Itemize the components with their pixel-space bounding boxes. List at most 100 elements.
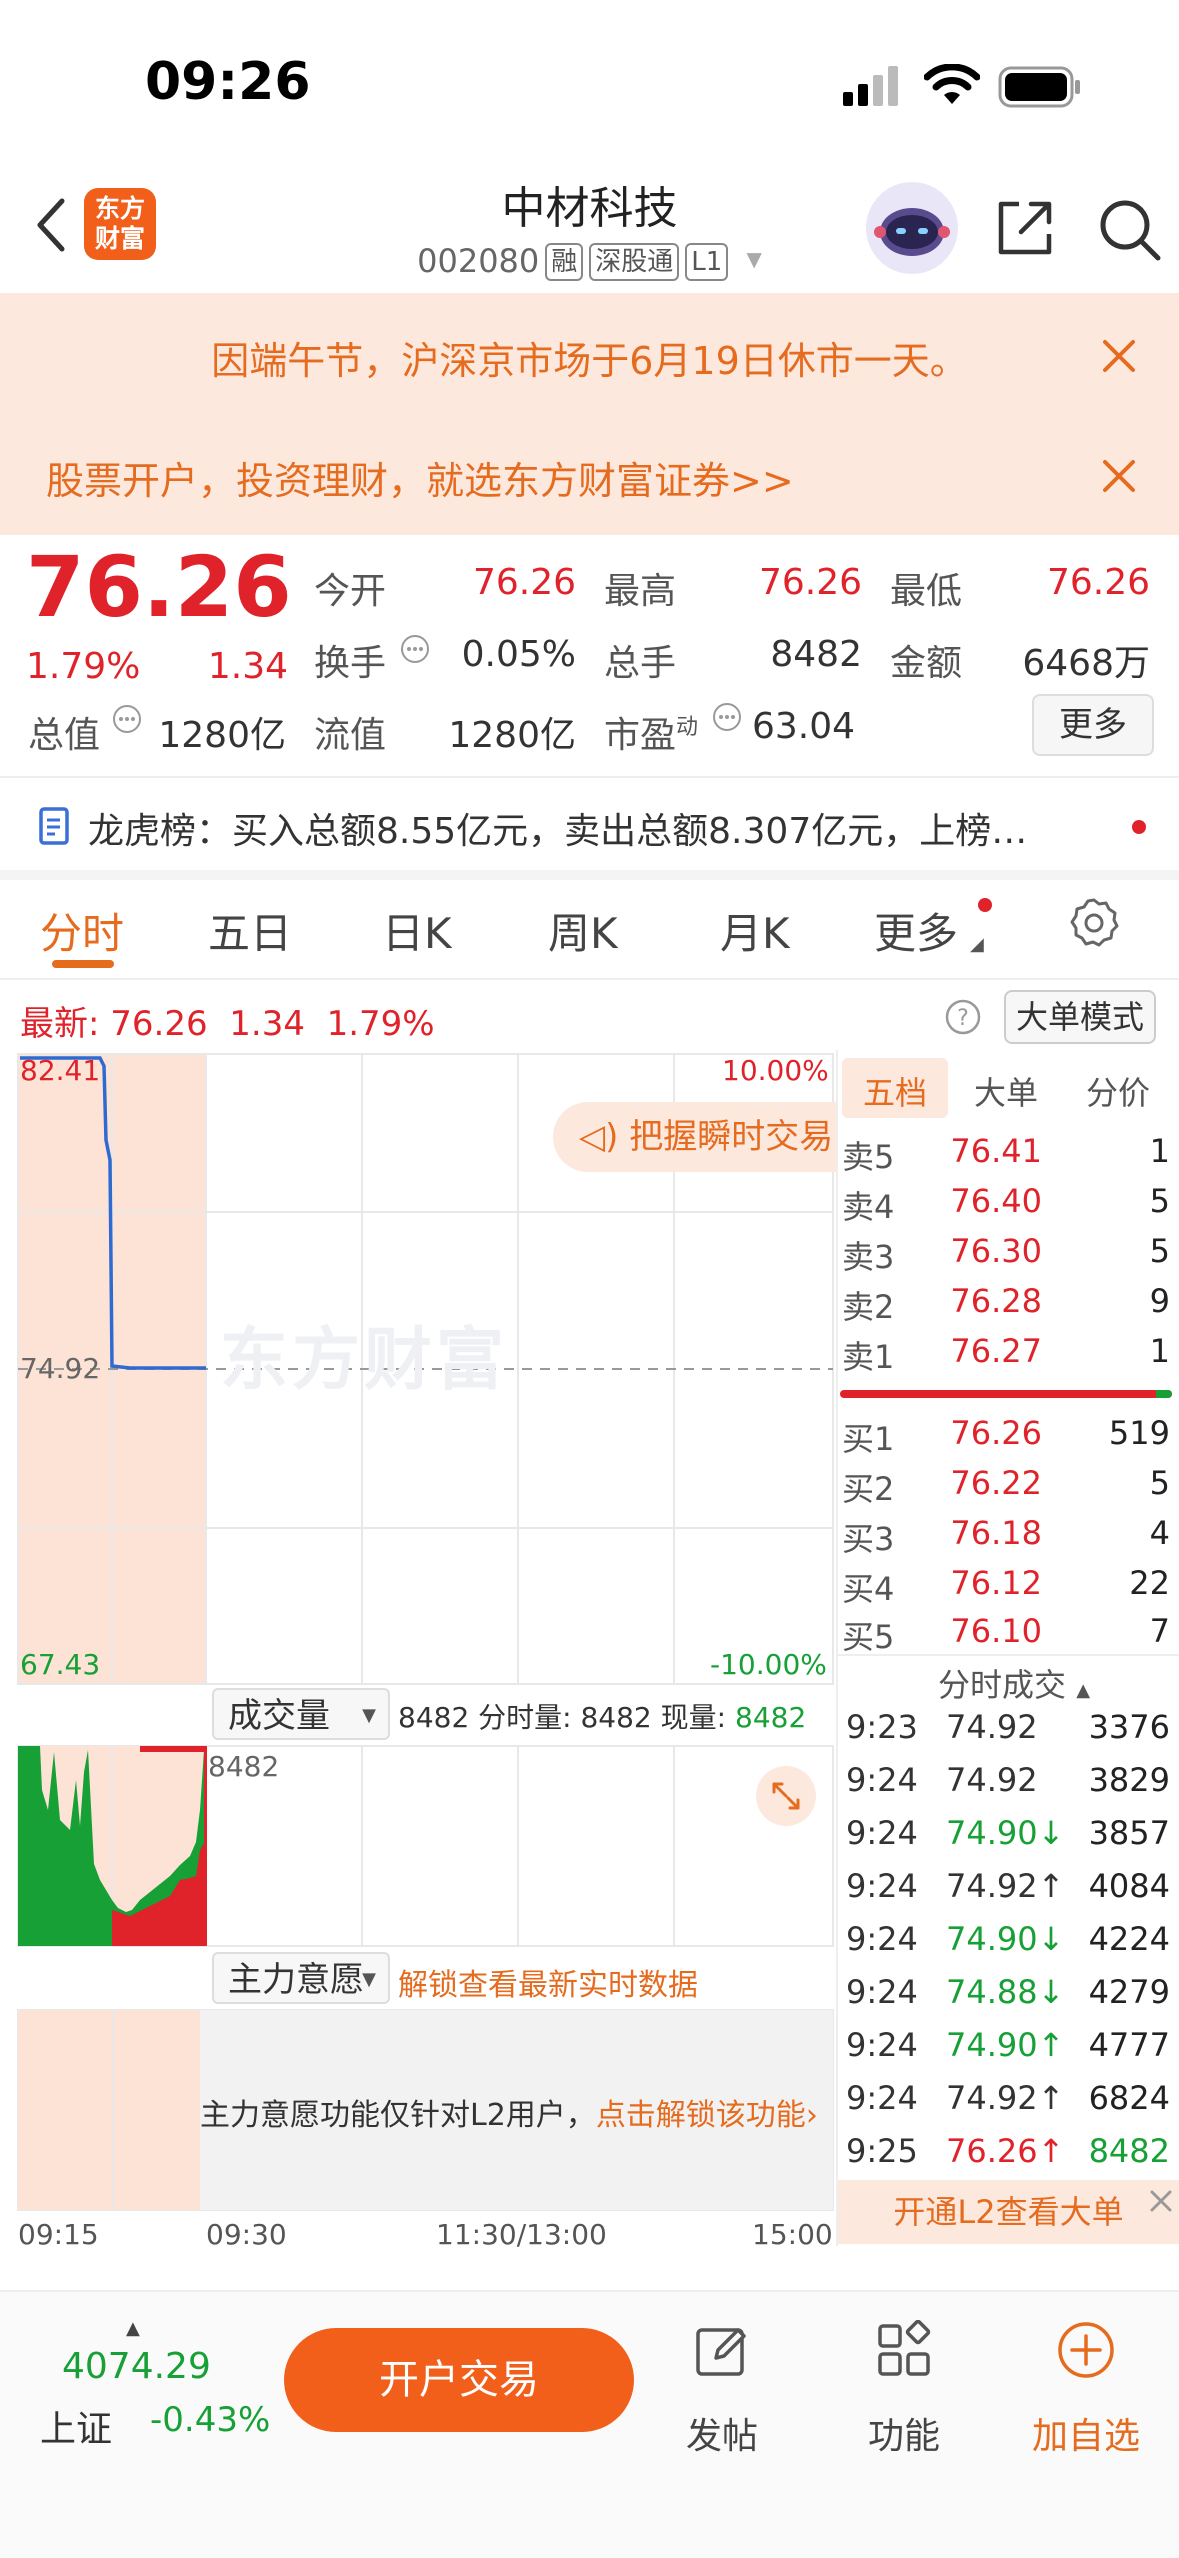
turnover-value: 0.05% bbox=[461, 634, 576, 675]
tab-big-orders[interactable]: 大单 bbox=[974, 1068, 1038, 1114]
open-account-trade-button[interactable]: 开户交易 bbox=[284, 2328, 634, 2432]
ask-price: 76.40 bbox=[950, 1182, 1042, 1220]
pe-label: 市盈动 bbox=[604, 715, 699, 756]
change-amount: 1.34 bbox=[207, 646, 288, 687]
ask-label: 卖3 bbox=[842, 1238, 895, 1276]
tick-trades-header[interactable]: 分时成交 ▲ bbox=[938, 1660, 1090, 1706]
document-icon bbox=[39, 807, 69, 845]
sort-up-icon: ▲ bbox=[1076, 1680, 1091, 1701]
bid-volume: 5 bbox=[1149, 1464, 1170, 1502]
float-cap-value: 1280亿 bbox=[448, 715, 576, 756]
trade-volume: 4084 bbox=[1088, 1867, 1170, 1905]
cellular-signal-icon bbox=[843, 66, 898, 106]
tab-price-distribution[interactable]: 分价 bbox=[1086, 1068, 1150, 1114]
trade-price: 74.92↑ bbox=[946, 1867, 1065, 1905]
trade-volume: 4224 bbox=[1088, 1920, 1170, 1958]
add-watchlist-button[interactable]: 加自选 bbox=[1026, 2320, 1146, 2459]
pre-market-shade bbox=[18, 2010, 200, 2210]
tab-more[interactable]: 更多 bbox=[874, 900, 958, 961]
bid-price: 76.18 bbox=[950, 1514, 1042, 1552]
tab-monthly-k[interactable]: 月K bbox=[720, 900, 790, 961]
instant-trade-text: 把握瞬时交易 bbox=[629, 1117, 834, 1157]
divider bbox=[0, 776, 1179, 778]
trade-price: 74.88↓ bbox=[946, 1973, 1065, 2011]
trade-volume: 3857 bbox=[1088, 1814, 1170, 1852]
info-dots-icon[interactable] bbox=[112, 704, 142, 734]
ask-volume: 5 bbox=[1149, 1182, 1170, 1220]
open-l2-button[interactable]: 开通L2查看大单 bbox=[838, 2180, 1179, 2244]
share-icon[interactable] bbox=[993, 196, 1057, 260]
pe-value: 63.04 bbox=[752, 706, 856, 747]
function-button[interactable]: 功能 bbox=[844, 2319, 964, 2459]
help-icon[interactable]: ? bbox=[944, 998, 982, 1036]
trade-volume: 4777 bbox=[1088, 2026, 1170, 2064]
time-label-close: 15:00 bbox=[752, 2218, 833, 2251]
bid-label: 买2 bbox=[842, 1470, 895, 1508]
trade-volume: 8482 bbox=[1088, 2132, 1170, 2170]
info-dots-icon[interactable] bbox=[400, 634, 430, 664]
trade-price: 74.92↑ bbox=[946, 2079, 1065, 2117]
wifi-icon bbox=[924, 64, 980, 104]
instant-trade-pill[interactable]: ◁) 把握瞬时交易 bbox=[553, 1102, 838, 1172]
tab-five-day[interactable]: 五日 bbox=[208, 900, 292, 961]
ask-price: 76.27 bbox=[950, 1332, 1042, 1370]
index-name[interactable]: 上证 bbox=[40, 2400, 112, 2452]
search-icon[interactable] bbox=[1096, 196, 1162, 262]
ask-price: 76.30 bbox=[950, 1232, 1042, 1270]
high-value: 76.26 bbox=[758, 562, 862, 603]
bid-volume: 22 bbox=[1129, 1564, 1170, 1602]
tab-five-levels[interactable]: 五档 bbox=[863, 1068, 927, 1114]
close-icon[interactable] bbox=[1148, 2188, 1174, 2214]
bid-volume: 519 bbox=[1108, 1414, 1170, 1452]
unlock-feature-link[interactable]: 点击解锁该功能 bbox=[596, 2098, 806, 2133]
bid-label: 买3 bbox=[842, 1520, 895, 1558]
close-icon[interactable] bbox=[1097, 334, 1141, 378]
bid-price: 76.22 bbox=[950, 1464, 1042, 1502]
assistant-robot-icon[interactable] bbox=[866, 182, 958, 274]
account-banner-text[interactable]: 股票开户，投资理财，就选东方财富证券>> bbox=[46, 450, 794, 505]
ask-volume: 5 bbox=[1149, 1232, 1170, 1270]
volume-info: 8482 分时量: 8482 现量: 8482 bbox=[398, 1701, 807, 1734]
bid-price: 76.26 bbox=[950, 1414, 1042, 1452]
unlock-data-link[interactable]: 解锁查看最新实时数据 bbox=[398, 1960, 698, 2004]
bid-ask-ratio-green bbox=[1156, 1390, 1172, 1398]
expand-icon[interactable] bbox=[756, 1766, 816, 1826]
divider bbox=[0, 870, 1179, 880]
function-label: 功能 bbox=[867, 2416, 940, 2457]
open-label: 今开 bbox=[314, 571, 387, 612]
index-value[interactable]: 4074.29 bbox=[62, 2346, 211, 2387]
market-cap-value: 1280亿 bbox=[158, 715, 286, 756]
info-dots-icon[interactable] bbox=[712, 702, 742, 732]
ask-volume: 9 bbox=[1149, 1282, 1170, 1320]
index-change[interactable]: -0.43% bbox=[150, 2400, 270, 2440]
dragon-tiger-text[interactable]: 龙虎榜：买入总额8.55亿元，卖出总额8.307亿元，上榜… bbox=[88, 802, 1027, 854]
status-time: 09:26 bbox=[145, 52, 311, 112]
watermark-text: 东方财富 bbox=[220, 1321, 509, 1400]
time-label-open: 09:15 bbox=[18, 2218, 99, 2251]
big-order-mode-button[interactable]: 大单模式 bbox=[1004, 990, 1156, 1044]
market-cap-label: 总值 bbox=[28, 715, 101, 756]
tab-weekly-k[interactable]: 周K bbox=[548, 900, 618, 961]
trade-time: 9:24 bbox=[846, 2026, 918, 2064]
post-button[interactable]: 发帖 bbox=[662, 2320, 782, 2459]
tab-daily-k[interactable]: 日K bbox=[382, 900, 452, 961]
trade-price: 74.90↑ bbox=[946, 2026, 1065, 2064]
bid-label: 买4 bbox=[842, 1570, 895, 1608]
ask-label: 卖4 bbox=[842, 1188, 895, 1226]
settings-gear-icon[interactable] bbox=[1068, 896, 1120, 948]
trade-volume: 4279 bbox=[1088, 1973, 1170, 2011]
pct-top-label: 10.00% bbox=[722, 1054, 829, 1087]
close-icon[interactable] bbox=[1097, 454, 1141, 498]
main-force-selector[interactable]: 主力意愿 ▼ bbox=[212, 1952, 390, 2004]
more-quote-button[interactable]: 更多 bbox=[1032, 694, 1154, 756]
more-caret-icon: ◢ bbox=[970, 934, 984, 955]
shenzhen-connect-tag: 深股通 bbox=[589, 243, 680, 281]
turnover-label: 换手 bbox=[314, 643, 387, 684]
ask-price: 76.28 bbox=[950, 1282, 1042, 1320]
bid-price: 76.12 bbox=[950, 1564, 1042, 1602]
y-axis-bottom-label: 67.43 bbox=[20, 1648, 101, 1681]
chevron-down-icon: ▼ bbox=[362, 1969, 376, 1990]
volume-selector[interactable]: 成交量 ▼ bbox=[212, 1688, 390, 1740]
bid-price: 76.10 bbox=[950, 1612, 1042, 1650]
tab-intraday[interactable]: 分时 bbox=[40, 900, 124, 961]
